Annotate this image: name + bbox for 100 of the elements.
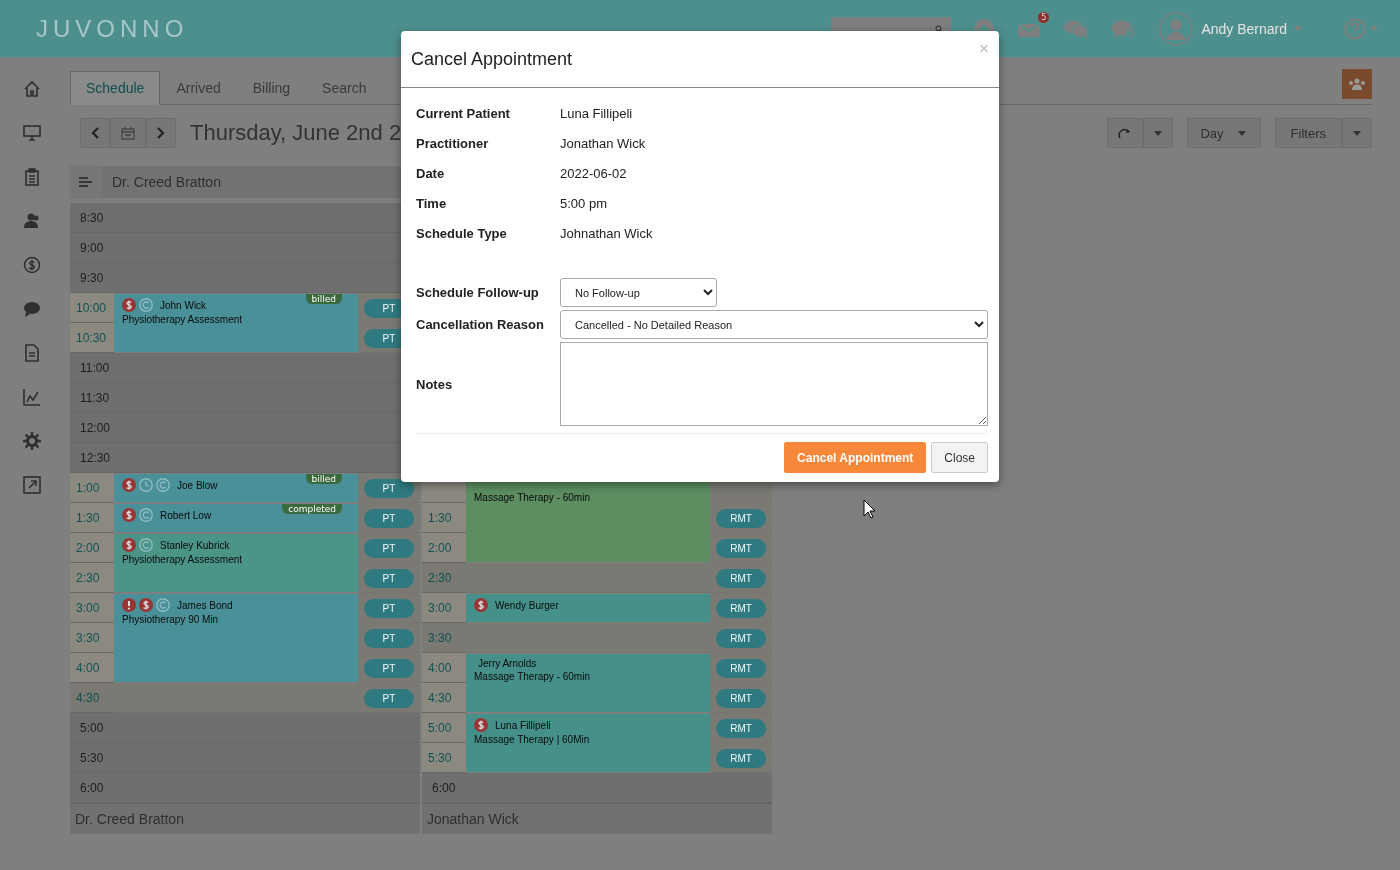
document-icon[interactable] — [23, 344, 41, 362]
appointment-block[interactable]: Joe Blow billed — [114, 474, 358, 502]
user-menu[interactable]: Andy Bernard — [1201, 20, 1302, 37]
tab[interactable]: Arrived — [160, 71, 237, 105]
appointment-block[interactable]: James Bond Physiotherapy 90 Min — [114, 594, 358, 682]
caret-icon — [1237, 130, 1246, 136]
refresh-icon — [1118, 127, 1133, 139]
refresh-button[interactable] — [1107, 118, 1144, 148]
field-label: Time — [416, 195, 448, 211]
people-button[interactable] — [1342, 69, 1372, 99]
time-cell[interactable]: 5:30 — [70, 743, 114, 773]
time-cell[interactable]: 2:00 — [70, 533, 114, 563]
time-cell[interactable]: 5:00 — [422, 713, 466, 743]
time-cell[interactable]: 1:30 — [70, 503, 114, 533]
practitioner-name: Dr. Creed Bratton — [112, 174, 221, 190]
close-button[interactable]: × — [979, 39, 989, 59]
time-cell[interactable]: 12:30 — [70, 443, 114, 473]
time-cell[interactable]: 3:00 — [422, 593, 466, 623]
field-label: Cancellation Reason — [416, 317, 545, 332]
appointment-block[interactable]: John Wick Physiotherapy Assessment billed — [114, 294, 358, 352]
close-button[interactable]: Close — [931, 442, 988, 473]
field-value: Johnathan Wick — [560, 225, 653, 241]
desktop-icon[interactable] — [23, 124, 41, 142]
appointment-block[interactable]: Stanley Kubrick Physiotherapy Assessment — [114, 534, 358, 592]
time-cell[interactable]: 9:00 — [70, 233, 114, 263]
caret-icon — [1154, 130, 1163, 136]
appointment-type: Massage Therapy - 60min — [474, 671, 591, 682]
time-cell[interactable]: 1:00 — [70, 473, 114, 503]
status-tag: billed — [305, 294, 342, 304]
patient-name: Wendy Burger — [495, 599, 559, 611]
chevron-left-icon — [91, 127, 99, 139]
field-label: Date — [416, 165, 446, 181]
time-cell[interactable]: 2:30 — [70, 563, 114, 593]
view-dropdown[interactable]: Day — [1187, 118, 1261, 148]
field-label: Current Patient — [416, 105, 511, 121]
time-cell[interactable]: 8:30 — [70, 203, 114, 233]
time-cell[interactable]: 4:30 — [70, 683, 114, 713]
field-value: Luna Fillipeli — [560, 105, 633, 121]
time-cell[interactable]: 5:30 — [422, 743, 466, 773]
time-cell[interactable]: 2:00 — [422, 533, 466, 563]
caret-icon — [1370, 26, 1378, 31]
tab[interactable]: Billing — [236, 71, 307, 105]
logo[interactable]: JUVONNO — [36, 14, 189, 43]
appointment-type: Massage Therapy - 60min — [474, 492, 591, 503]
cancel-appointment-button[interactable]: Cancel Appointment — [784, 442, 927, 473]
reason-select[interactable]: Cancelled - No Detailed Reason — [560, 310, 988, 339]
chart-icon[interactable] — [23, 388, 41, 406]
previous-button[interactable] — [80, 118, 110, 148]
cursor-icon — [863, 499, 876, 519]
dollar-icon[interactable] — [23, 256, 41, 274]
time-cell[interactable]: 9:30 — [70, 263, 114, 293]
time-cell[interactable]: 4:00 — [70, 653, 114, 683]
time-cell[interactable]: 2:30 — [422, 563, 466, 593]
appointment-type: Massage Therapy | 60Min — [474, 734, 591, 745]
patient-name: John Wick — [160, 299, 207, 311]
time-cell[interactable]: 4:30 — [422, 683, 466, 713]
appointment-block[interactable]: Jerry Arnolds Massage Therapy - 60min — [466, 654, 710, 712]
menu-button[interactable] — [70, 167, 102, 197]
patient-name: Luna Fillipeli — [495, 719, 551, 731]
caret-icon — [1294, 26, 1302, 31]
calendar-button[interactable] — [110, 118, 146, 148]
tab[interactable]: Search — [306, 71, 383, 105]
export-icon[interactable] — [23, 476, 41, 494]
time-cell[interactable]: 5:00 — [70, 713, 114, 743]
notes-field[interactable] — [560, 342, 988, 426]
time-cell[interactable]: 11:30 — [70, 383, 114, 413]
time-cell[interactable]: 6:00 — [422, 773, 466, 803]
field-label: Schedule Follow-up — [416, 285, 540, 300]
date-title: Thursday, June 2nd 2 — [190, 120, 402, 146]
clipboard-icon[interactable] — [23, 168, 41, 186]
appointment-type: Physiotherapy Assessment — [122, 554, 244, 565]
chat-icon[interactable] — [23, 300, 41, 318]
time-cell[interactable]: 10:30 — [70, 323, 114, 353]
home-icon[interactable] — [23, 80, 41, 98]
gear-icon[interactable] — [23, 432, 41, 450]
tab[interactable]: Schedule — [70, 71, 161, 105]
time-cell[interactable]: 3:30 — [422, 623, 466, 653]
time-cell[interactable]: 11:00 — [70, 353, 114, 383]
dropdown-button[interactable] — [1342, 118, 1372, 148]
time-cell[interactable]: 6:00 — [70, 773, 114, 803]
time-cell[interactable]: 12:00 — [70, 413, 114, 443]
field-label: Notes — [416, 376, 454, 392]
users-icon[interactable] — [23, 212, 41, 230]
calendar-icon — [121, 126, 135, 140]
field-value: 2022-06-02 — [560, 165, 627, 181]
appointment-block[interactable]: Robert Low completed — [114, 504, 358, 532]
filters-button[interactable]: Filters — [1274, 118, 1342, 148]
time-cell[interactable]: 3:30 — [70, 623, 114, 653]
field-label: Schedule Type — [416, 225, 508, 241]
appointment-block[interactable]: Luna Fillipeli Massage Therapy | 60Min — [466, 714, 710, 772]
time-cell[interactable]: 4:00 — [422, 653, 466, 683]
time-cell[interactable]: 1:30 — [422, 503, 466, 533]
time-cell[interactable]: 3:00 — [70, 593, 114, 623]
follow-up-select[interactable]: No Follow-up — [560, 278, 717, 307]
dropdown-button[interactable] — [1143, 118, 1174, 148]
next-button[interactable] — [146, 118, 176, 148]
appointment-block[interactable]: Wendy Burger — [466, 594, 710, 622]
status-tag: completed — [282, 504, 342, 514]
field-value: 5:00 pm — [560, 195, 607, 211]
time-cell[interactable]: 10:00 — [70, 293, 114, 323]
